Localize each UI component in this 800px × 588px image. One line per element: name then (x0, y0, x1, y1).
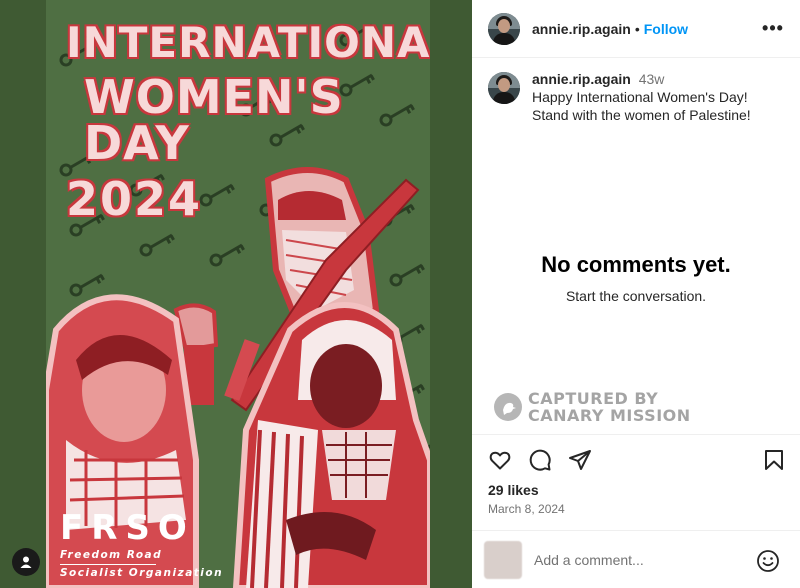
post-header: annie.rip.again • Follow ••• (472, 0, 800, 58)
heart-icon (489, 451, 511, 470)
user-tag-button[interactable] (12, 548, 40, 576)
share-icon (569, 450, 591, 470)
actions-divider (472, 434, 800, 435)
no-comments-subtitle: Start the conversation. (565, 288, 707, 304)
caption-username[interactable]: annie.rip.again (532, 71, 631, 87)
post-side-panel: annie.rip.again • Follow ••• annie.rip.a… (472, 0, 800, 588)
caption-body: annie.rip.again 43w Happy International … (532, 70, 788, 124)
likes-count[interactable]: 29 likes (488, 482, 539, 498)
comment-button[interactable] (528, 448, 554, 474)
emoji-button[interactable] (756, 549, 780, 573)
post-date[interactable]: March 8, 2024 (488, 502, 565, 516)
comment-icon (529, 449, 551, 471)
canary-mission-watermark: CAPTURED BY CANARY MISSION (494, 390, 691, 424)
header-username[interactable]: annie.rip.again (532, 21, 631, 37)
post-media[interactable]: INTERNATIONAL WOMEN'S DAY 2024 FRSO Free… (0, 0, 472, 588)
canary-logo-icon (494, 393, 522, 421)
share-button[interactable] (568, 448, 594, 474)
org-name-line2: Socialist Organization (60, 567, 224, 579)
follow-button[interactable]: Follow (644, 21, 688, 37)
poster-title-line2: WOMEN'S DAY (84, 70, 344, 170)
caption-timestamp[interactable]: 43w (639, 71, 665, 87)
comment-avatar (484, 540, 522, 579)
watermark-line2: CANARY MISSION (528, 406, 691, 425)
more-icon: ••• (762, 18, 784, 38)
user-tag-icon (20, 556, 32, 568)
like-button[interactable] (488, 448, 514, 474)
poster-image: INTERNATIONAL WOMEN'S DAY 2024 FRSO Free… (46, 0, 430, 588)
org-name-line1: Freedom Road (60, 549, 163, 561)
caption-avatar[interactable] (488, 72, 520, 104)
more-options-button[interactable]: ••• (762, 18, 784, 38)
bookmark-icon (765, 450, 783, 470)
frso-logo: FRSO Freedom Road Socialist Organization (60, 508, 230, 581)
no-comments-title: No comments yet. (541, 252, 731, 277)
save-button[interactable] (762, 448, 788, 474)
caption-text: Happy International Women's Day! Stand w… (532, 89, 751, 123)
emoji-icon (757, 550, 779, 572)
poster-title-line1: INTERNATIONAL (66, 18, 430, 67)
avatar[interactable] (488, 12, 520, 45)
comment-input[interactable] (534, 551, 744, 568)
separator-dot: • (634, 20, 640, 37)
org-divider (60, 564, 156, 565)
post-caption: annie.rip.again 43w Happy International … (488, 70, 788, 124)
comment-bar (472, 530, 800, 588)
org-abbreviation: FRSO (60, 508, 195, 548)
post-actions (488, 448, 788, 474)
